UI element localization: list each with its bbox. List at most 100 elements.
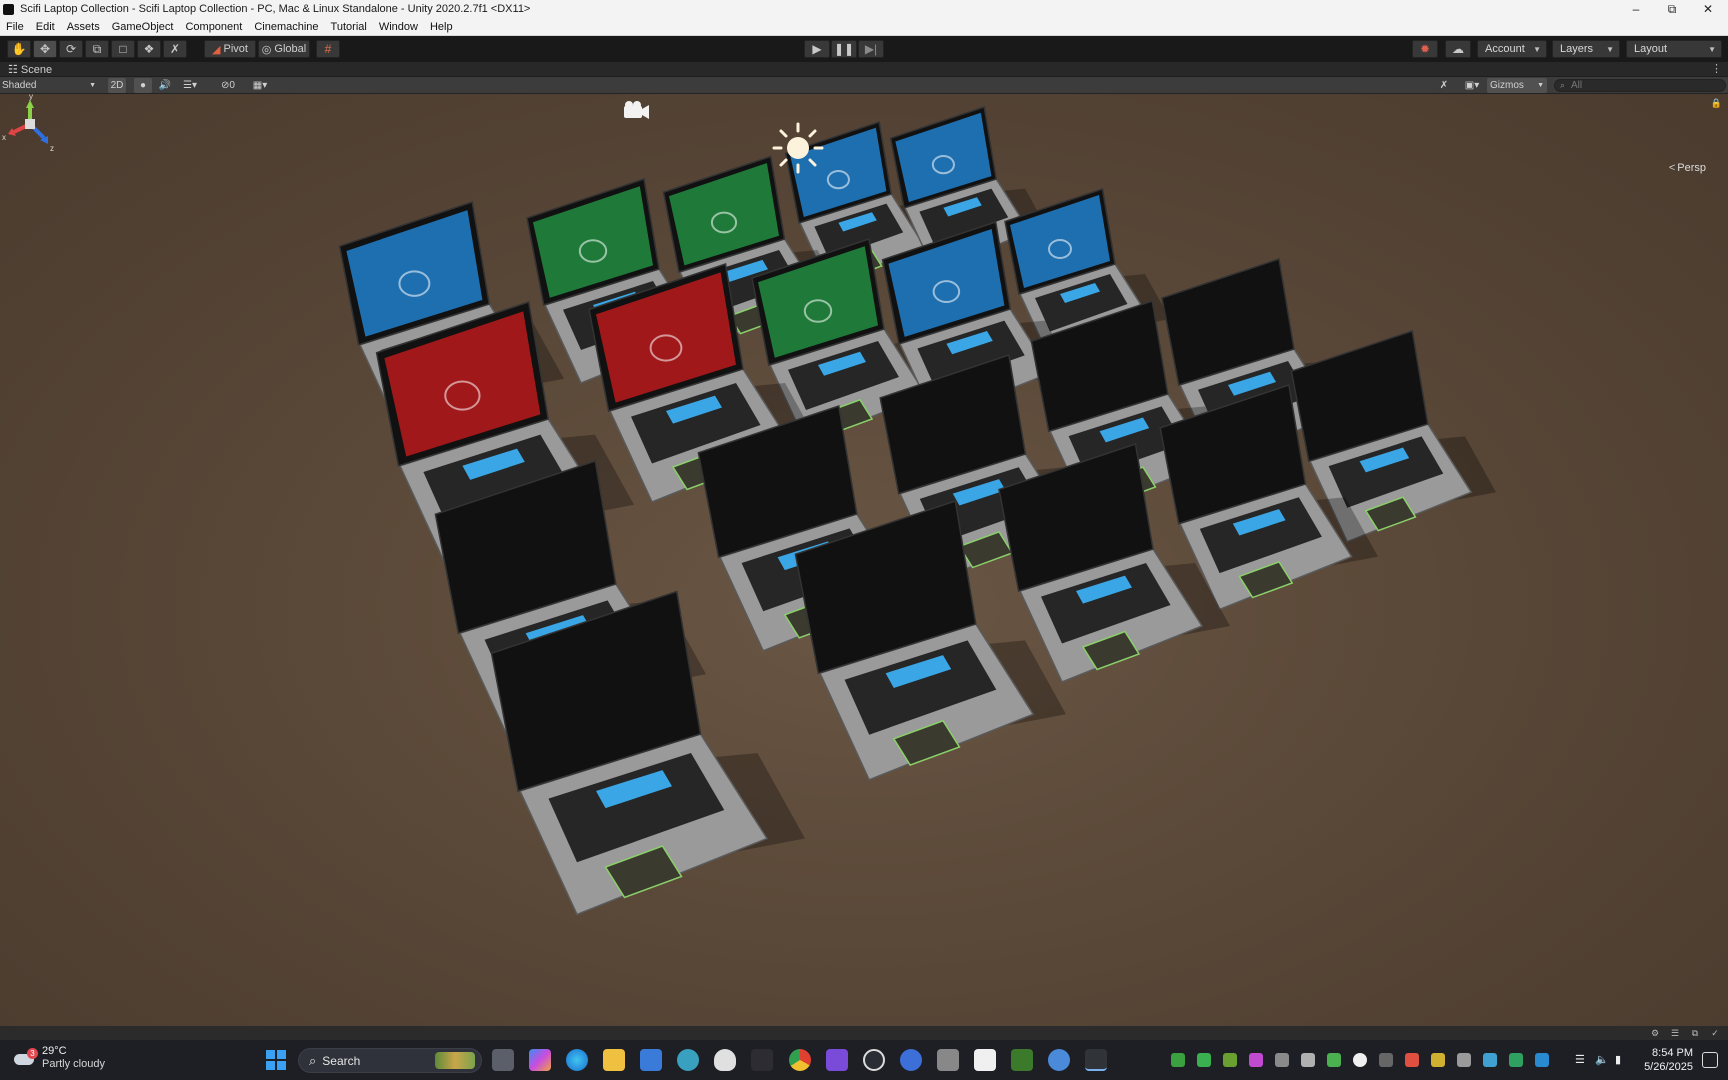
obs-icon[interactable]: [863, 1049, 885, 1071]
menu-window[interactable]: Window: [373, 21, 424, 33]
tray-blue-icon[interactable]: [1483, 1053, 1497, 1067]
lighting-toggle[interactable]: ●: [134, 78, 152, 93]
tray-ime-icon[interactable]: [1457, 1053, 1471, 1067]
weather-widget[interactable]: 3 29°C Partly cloudy: [14, 1045, 105, 1071]
step-button[interactable]: ▶|: [858, 40, 884, 58]
hidden-count: 0: [229, 80, 235, 91]
tray-blue2-icon[interactable]: [1535, 1053, 1549, 1067]
tray-app2-icon[interactable]: [1249, 1053, 1263, 1067]
camera-gizmo-icon[interactable]: [620, 100, 652, 122]
tools-icon[interactable]: ✗: [1436, 78, 1452, 93]
volume-icon[interactable]: 🔈: [1595, 1053, 1609, 1067]
audio-toggle[interactable]: 🔊: [156, 78, 174, 93]
xbox-icon[interactable]: [1171, 1053, 1185, 1067]
tray-yellow-icon[interactable]: [1431, 1053, 1445, 1067]
scene-search-input[interactable]: ⌕ All: [1554, 79, 1726, 92]
bug-icon[interactable]: ⚙: [1648, 1026, 1662, 1040]
clock[interactable]: 8:54 PM 5/26/2025: [1644, 1046, 1693, 1074]
camera-dropdown[interactable]: ▣▾: [1458, 78, 1486, 93]
menu-tutorial[interactable]: Tutorial: [325, 21, 373, 33]
scale-tool-button[interactable]: ⧉: [85, 40, 109, 58]
alien-icon[interactable]: [714, 1049, 736, 1071]
more-options-icon[interactable]: ⋮: [1711, 62, 1722, 75]
tray-app-icon[interactable]: [1223, 1053, 1237, 1067]
menu-component[interactable]: Component: [179, 21, 248, 33]
unity-taskbar-icon[interactable]: [1085, 1049, 1107, 1071]
menu-cinemachine[interactable]: Cinemachine: [248, 21, 324, 33]
mic-icon[interactable]: [937, 1049, 959, 1071]
grammarly-icon[interactable]: [1353, 1053, 1367, 1067]
start-button[interactable]: [266, 1050, 286, 1070]
chrome-icon[interactable]: [789, 1049, 811, 1071]
grid-snap-button[interactable]: #: [316, 40, 340, 58]
step-icon: ▶|: [864, 42, 878, 56]
rotate-tool-button[interactable]: ⟳: [59, 40, 83, 58]
tray-grey-icon[interactable]: [1379, 1053, 1393, 1067]
menu-help[interactable]: Help: [424, 21, 459, 33]
earth-icon[interactable]: [1048, 1049, 1070, 1071]
light-gizmo-icon[interactable]: [772, 122, 824, 174]
lightbulb-icon: ●: [139, 80, 147, 91]
layout-dropdown[interactable]: Layout ▼: [1626, 40, 1722, 58]
search-icon: ⌕: [309, 1052, 317, 1068]
menu-file[interactable]: File: [0, 21, 30, 33]
hidden-objects-toggle[interactable]: ⊘ 0: [216, 78, 240, 93]
battery-icon[interactable]: ▮: [1615, 1053, 1629, 1067]
globe-app-icon[interactable]: [900, 1049, 922, 1071]
vs-icon[interactable]: [1275, 1053, 1289, 1067]
menu-gameobject[interactable]: GameObject: [106, 21, 180, 33]
layers-dropdown[interactable]: Layers ▼: [1552, 40, 1620, 58]
orientation-gizmo[interactable]: y x z: [0, 94, 60, 154]
task-view-icon[interactable]: [492, 1049, 514, 1071]
rect-tool-button[interactable]: □: [111, 40, 135, 58]
collab-button[interactable]: ✹: [1412, 40, 1438, 58]
copilot-icon[interactable]: [529, 1049, 551, 1071]
store-icon[interactable]: [640, 1049, 662, 1071]
pause-button[interactable]: ❚❚: [831, 40, 857, 58]
browser-icon[interactable]: [677, 1049, 699, 1071]
minimize-icon[interactable]: –: [1616, 0, 1656, 18]
auto-gen-icon[interactable]: ⧉: [1688, 1026, 1702, 1040]
tray-red-icon[interactable]: [1405, 1053, 1419, 1067]
global-toggle[interactable]: ◎ Global: [258, 40, 310, 58]
gizmos-dropdown[interactable]: Gizmos ▼: [1487, 78, 1547, 93]
taskbar-search[interactable]: ⌕ Search: [298, 1048, 482, 1073]
check-icon[interactable]: ✓: [1708, 1026, 1722, 1040]
shading-mode-dropdown[interactable]: Shaded ▼: [2, 78, 98, 93]
file-explorer-icon[interactable]: [603, 1049, 625, 1071]
edge-icon[interactable]: [566, 1049, 588, 1071]
play-button[interactable]: ▶: [804, 40, 830, 58]
persp-arrow-icon: <: [1668, 162, 1676, 174]
grid-dropdown[interactable]: ▦▾: [246, 78, 274, 93]
tab-scene[interactable]: ☷ Scene: [8, 63, 52, 76]
kaspersky-icon[interactable]: [1197, 1053, 1211, 1067]
shield-icon[interactable]: [1301, 1053, 1315, 1067]
2d-toggle[interactable]: 2D: [108, 78, 126, 93]
custom-tool-button[interactable]: ✗: [163, 40, 187, 58]
lock-icon[interactable]: 🔒: [1711, 98, 1722, 109]
grid-icon: ▦▾: [252, 80, 268, 91]
cloud-button[interactable]: ☁: [1445, 40, 1471, 58]
projection-toggle[interactable]: < Persp: [1669, 162, 1706, 174]
menu-edit[interactable]: Edit: [30, 21, 61, 33]
db-icon[interactable]: ☰: [1668, 1026, 1682, 1040]
clock-time: 8:54 PM: [1652, 1047, 1693, 1059]
media-icon[interactable]: [826, 1049, 848, 1071]
close-icon[interactable]: ✕: [1688, 0, 1728, 18]
effects-dropdown[interactable]: ☰▾: [178, 78, 202, 93]
hand-tool-button[interactable]: ✋: [7, 40, 31, 58]
scene-viewport[interactable]: y x z 🔒 < Persp: [0, 94, 1728, 1026]
transform-tool-button[interactable]: ❖: [137, 40, 161, 58]
menu-assets[interactable]: Assets: [61, 21, 106, 33]
restore-icon[interactable]: ⧉: [1652, 0, 1692, 18]
tray-green2-icon[interactable]: [1509, 1053, 1523, 1067]
notification-icon[interactable]: [1702, 1052, 1718, 1068]
account-dropdown[interactable]: Account ▼: [1477, 40, 1547, 58]
nvidia-icon[interactable]: [1011, 1049, 1033, 1071]
move-tool-button[interactable]: ✥: [33, 40, 57, 58]
pivot-toggle[interactable]: ◢ Pivot: [204, 40, 256, 58]
wifi-icon[interactable]: ☰: [1575, 1053, 1589, 1067]
tray-green-icon[interactable]: [1327, 1053, 1341, 1067]
snip-icon[interactable]: [974, 1049, 996, 1071]
app-dark-icon[interactable]: [751, 1049, 773, 1071]
